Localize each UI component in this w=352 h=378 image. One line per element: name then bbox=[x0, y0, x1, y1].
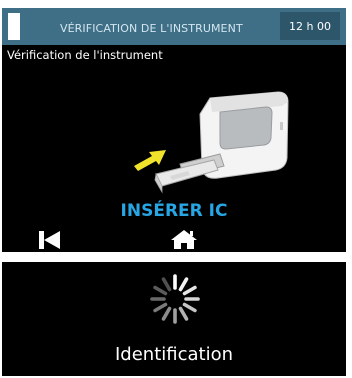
status-label: Identification bbox=[114, 344, 234, 365]
instrument-illustration bbox=[134, 91, 289, 194]
insert-arrow-icon bbox=[134, 150, 166, 171]
skip-back-icon[interactable] bbox=[36, 230, 62, 250]
instrument-check-screen: VÉRIFICATION DE L'INSTRUMENT 12 h 00 Vér… bbox=[2, 8, 346, 252]
title-bar: VÉRIFICATION DE L'INSTRUMENT 12 h 00 bbox=[2, 8, 346, 45]
clock: 12 h 00 bbox=[280, 12, 340, 40]
screen-title: VÉRIFICATION DE L'INSTRUMENT bbox=[60, 22, 243, 35]
instruction-text: INSÉRER IC bbox=[120, 201, 228, 221]
status-indicator bbox=[8, 13, 20, 40]
clock-time: 12 h 00 bbox=[289, 20, 331, 33]
bottom-nav bbox=[2, 226, 346, 252]
loading-spinner-icon bbox=[150, 274, 200, 324]
identification-screen: Identification bbox=[2, 262, 346, 376]
page-subtitle: Vérification de l'instrument bbox=[7, 48, 163, 62]
home-icon[interactable] bbox=[170, 229, 198, 250]
